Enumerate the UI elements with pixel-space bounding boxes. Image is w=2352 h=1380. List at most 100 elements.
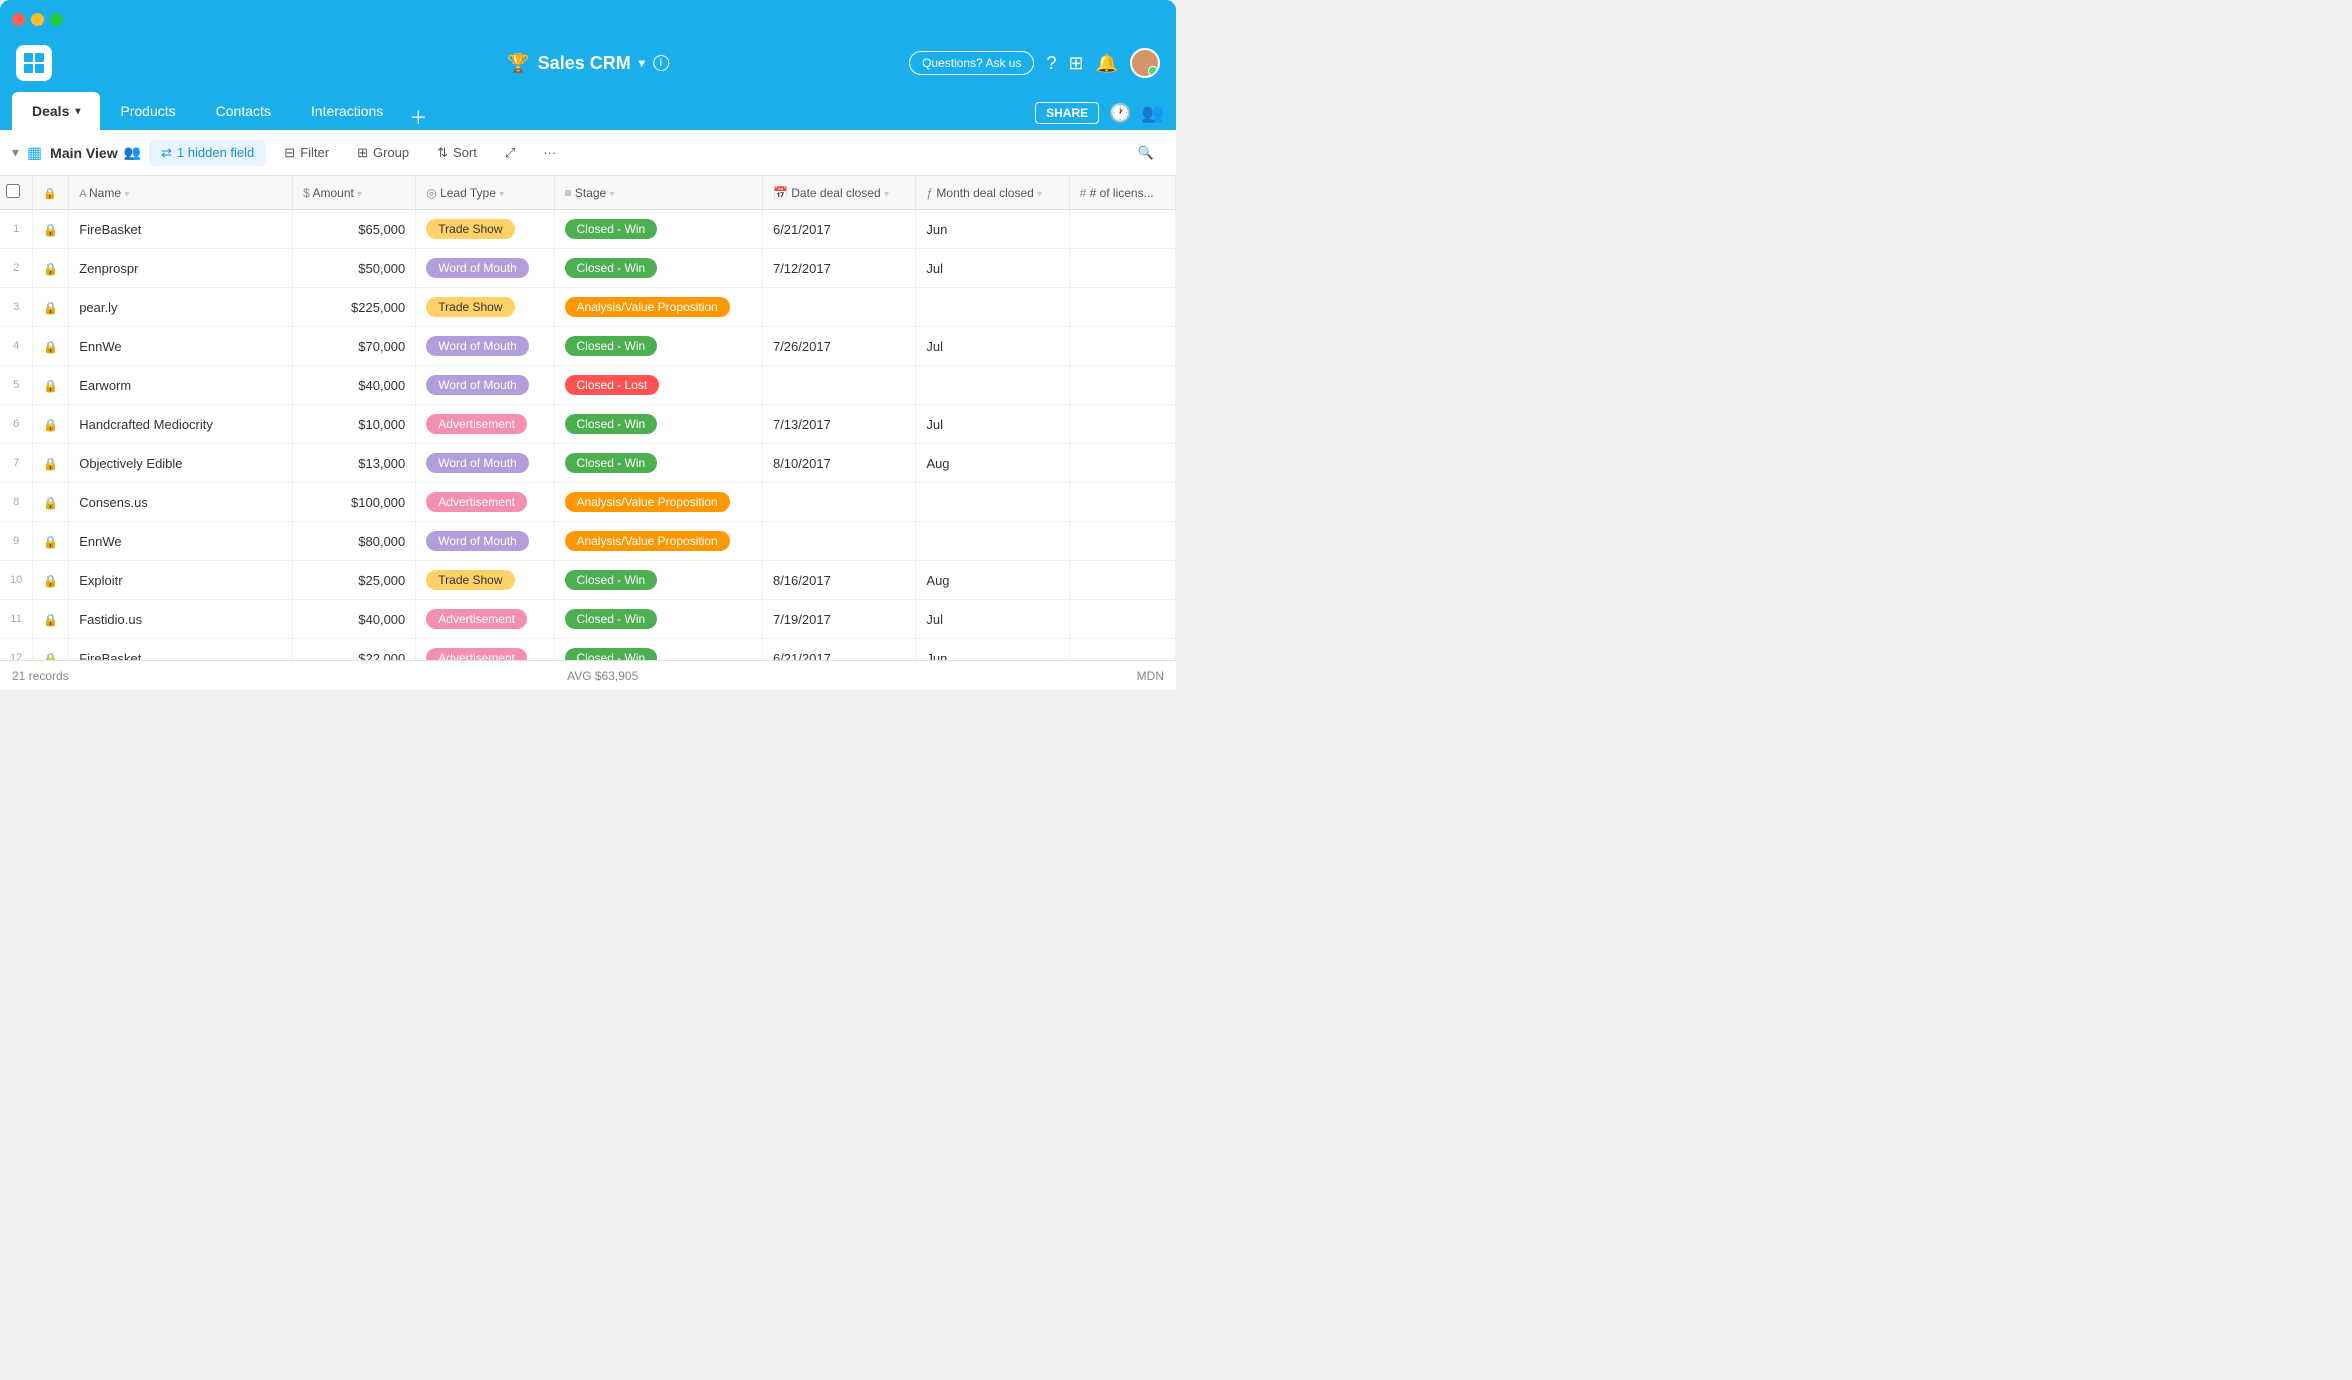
col-stage-sort[interactable]: ▾ [610,189,615,200]
col-date-closed[interactable]: 📅 Date deal closed ▾ [762,176,915,210]
table-row[interactable]: 1 🔒 FireBasket $65,000 Trade Show Closed… [0,210,1176,249]
maximize-button[interactable] [50,13,63,26]
row-date-closed [762,366,915,405]
sort-button[interactable]: ⇅ Sort [427,140,487,166]
add-tab-button[interactable]: ＋ [403,104,433,130]
row-lock: 🔒 [33,210,69,249]
row-month-closed [916,522,1069,561]
view-collapse-icon[interactable]: ▾ [12,144,19,161]
row-amount: $50,000 [293,249,416,288]
filter-button[interactable]: ⊟ Filter [274,140,339,166]
row-lead-type: Word of Mouth [416,522,554,561]
grid-view-icon[interactable]: ▦ [27,143,42,163]
row-licenses [1069,249,1175,288]
col-lead-sort[interactable]: ▾ [499,189,504,200]
row-stage: Closed - Win [554,639,762,661]
app-header: 🏆 Sales CRM ▾ i Questions? Ask us ? ⊞ 🔔 [0,38,1176,88]
row-date-closed: 7/19/2017 [762,600,915,639]
history-icon[interactable]: 🕐 [1109,103,1131,124]
search-button[interactable]: 🔍 [1128,140,1164,166]
grid-icon[interactable]: ⊞ [1068,53,1083,74]
app-header-left [16,45,52,81]
app-logo [16,45,52,81]
table-row[interactable]: 11 🔒 Fastidio.us $40,000 Advertisement C… [0,600,1176,639]
table-row[interactable]: 2 🔒 Zenprospr $50,000 Word of Mouth Clos… [0,249,1176,288]
ask-us-button[interactable]: Questions? Ask us [909,51,1034,75]
table-row[interactable]: 5 🔒 Earworm $40,000 Word of Mouth Closed… [0,366,1176,405]
table-row[interactable]: 7 🔒 Objectively Edible $13,000 Word of M… [0,444,1176,483]
tab-deals-arrow: ▾ [75,106,80,117]
tab-contacts[interactable]: Contacts [196,92,291,130]
row-amount: $13,000 [293,444,416,483]
row-lead-type: Word of Mouth [416,327,554,366]
row-month-closed: Jul [916,405,1069,444]
filter-icon: ⊟ [284,145,295,161]
row-num: 2 [0,249,33,288]
tab-products[interactable]: Products [100,92,195,130]
minimize-button[interactable] [31,13,44,26]
table-row[interactable]: 9 🔒 EnnWe $80,000 Word of Mouth Analysis… [0,522,1176,561]
row-lead-type: Word of Mouth [416,366,554,405]
table-row[interactable]: 8 🔒 Consens.us $100,000 Advertisement An… [0,483,1176,522]
table-row[interactable]: 10 🔒 Exploitr $25,000 Trade Show Closed … [0,561,1176,600]
row-month-closed: Jul [916,327,1069,366]
table-row[interactable]: 3 🔒 pear.ly $225,000 Trade Show Analysis… [0,288,1176,327]
col-name-sort[interactable]: ▾ [124,189,129,200]
avg-amount: AVG $63,905 [567,669,638,683]
table-row[interactable]: 4 🔒 EnnWe $70,000 Word of Mouth Closed -… [0,327,1176,366]
row-lock: 🔒 [33,327,69,366]
row-licenses [1069,600,1175,639]
row-name: Exploitr [69,561,293,600]
app-header-right: Questions? Ask us ? ⊞ 🔔 [909,48,1160,78]
users-icon[interactable]: 👥 [1142,103,1164,124]
col-stage[interactable]: ≡ Stage ▾ [554,176,762,210]
row-date-closed: 7/26/2017 [762,327,915,366]
tab-interactions[interactable]: Interactions [291,92,403,130]
row-lock: 🔒 [33,405,69,444]
row-amount: $65,000 [293,210,416,249]
tab-contacts-label: Contacts [216,103,271,119]
col-amount-sort[interactable]: ▾ [357,189,362,200]
row-licenses [1069,327,1175,366]
col-amount[interactable]: $ Amount ▾ [293,176,416,210]
share-button[interactable]: SHARE [1035,102,1099,124]
table-row[interactable]: 6 🔒 Handcrafted Mediocrity $10,000 Adver… [0,405,1176,444]
hidden-field-button[interactable]: ⇄ 1 hidden field [149,140,266,166]
avatar[interactable] [1130,48,1160,78]
col-name[interactable]: A Name ▾ [69,176,293,210]
row-amount: $100,000 [293,483,416,522]
row-amount: $25,000 [293,561,416,600]
group-button[interactable]: ⊞ Group [347,140,419,166]
title-dropdown-icon[interactable]: ▾ [639,56,645,70]
data-table-container[interactable]: 🔒 A Name ▾ $ Amount ▾ ◎ Lead Type ▾ [0,176,1176,660]
tab-deals[interactable]: Deals ▾ [12,92,100,130]
row-amount: $225,000 [293,288,416,327]
row-lock: 🔒 [33,288,69,327]
row-date-closed: 6/21/2017 [762,639,915,661]
col-month-icon: ƒ [926,186,936,200]
select-all-checkbox[interactable] [6,184,20,198]
row-month-closed: Jul [916,600,1069,639]
col-lead-type[interactable]: ◎ Lead Type ▾ [416,176,554,210]
help-icon[interactable]: ? [1046,53,1056,74]
row-licenses [1069,522,1175,561]
row-num: 7 [0,444,33,483]
table-row[interactable]: 12 🔒 FireBasket $22,000 Advertisement Cl… [0,639,1176,661]
app-title-text: Sales CRM [538,53,631,74]
toolbar-left: ▾ ▦ Main View 👥 ⇄ 1 hidden field ⊟ Filte… [12,140,566,166]
row-name: pear.ly [69,288,293,327]
row-name: FireBasket [69,210,293,249]
expand-button[interactable]: ⤢ [495,140,525,166]
bell-icon[interactable]: 🔔 [1096,53,1118,74]
more-button[interactable]: ··· [533,140,566,165]
col-checkbox[interactable] [0,176,33,210]
col-month-closed[interactable]: ƒ Month deal closed ▾ [916,176,1069,210]
close-button[interactable] [12,13,25,26]
row-date-closed: 7/12/2017 [762,249,915,288]
col-date-sort[interactable]: ▾ [884,189,889,200]
col-stage-icon: ≡ [565,186,575,200]
col-month-sort[interactable]: ▾ [1037,189,1042,200]
row-date-closed: 8/16/2017 [762,561,915,600]
info-icon[interactable]: i [653,55,669,71]
col-licenses[interactable]: # # of licens... [1069,176,1175,210]
